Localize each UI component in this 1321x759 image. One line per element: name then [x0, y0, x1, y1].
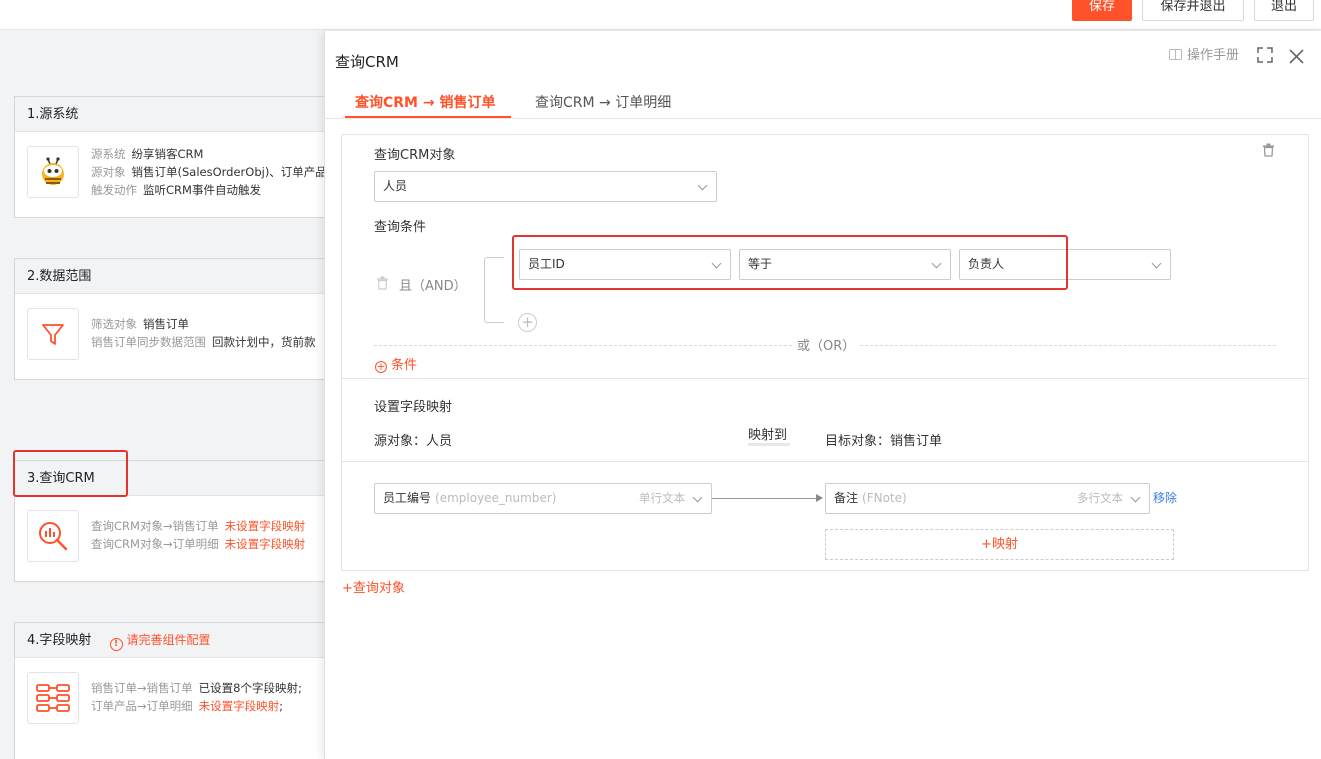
step-title: 2.数据范围	[15, 259, 324, 294]
trash-icon[interactable]	[1262, 143, 1275, 157]
info-row: 订单产品→订单明细 未设置字段映射;	[91, 699, 284, 713]
chevron-down-icon	[692, 492, 703, 503]
save-and-exit-button[interactable]: 保存并退出	[1142, 0, 1244, 21]
exit-button[interactable]: 退出	[1254, 0, 1314, 21]
step-title: 1.源系统	[15, 97, 324, 132]
info-row: 源系统 纷享销客CRM	[91, 147, 204, 161]
config-warning: ! 请完善组件配置	[109, 633, 211, 651]
query-object-panel: 查询CRM对象 人员 查询条件 且（AND） 员工ID 等于 负责人 + 或（O…	[341, 134, 1309, 571]
or-divider	[374, 345, 792, 346]
mapping-label: 设置字段映射	[374, 400, 453, 415]
query-object-label: 查询CRM对象	[374, 148, 456, 163]
chevron-down-icon	[1130, 492, 1141, 503]
crm-bee-icon	[27, 146, 79, 198]
search-chart-icon	[27, 510, 79, 562]
tab-indicator	[345, 116, 511, 118]
chevron-down-icon	[1151, 258, 1162, 269]
info-row: 源对象 销售订单(SalesOrderObj)、订单产品	[91, 165, 324, 179]
warning-icon: !	[109, 638, 123, 651]
drawer-title: 查询CRM	[335, 53, 399, 71]
section-divider	[342, 378, 1308, 379]
section-divider	[342, 461, 1308, 462]
info-row: 触发动作 监听CRM事件自动触发	[91, 183, 261, 197]
tab-sales-order[interactable]: 查询CRM → 销售订单	[355, 92, 495, 112]
trash-icon[interactable]	[376, 276, 389, 290]
info-row: 查询CRM对象→销售订单 未设置字段映射	[91, 519, 306, 533]
step-title-text: 4.字段映射	[27, 633, 92, 648]
add-mapping-button[interactable]: +映射	[825, 529, 1174, 560]
maps-to-label: 映射到	[748, 428, 788, 443]
step-card-field-mapping[interactable]: 4.字段映射 ! 请完善组件配置 销售订单→销售订单 已设置8个字段映射; 订单产品…	[14, 622, 324, 759]
close-icon[interactable]	[1289, 49, 1304, 64]
filter-icon	[27, 308, 79, 360]
highlight-box	[13, 450, 128, 497]
maps-to-arrow-icon	[748, 443, 790, 446]
drawer-tabs: 查询CRM → 销售订单 查询CRM → 订单明细	[325, 86, 1321, 119]
or-divider	[860, 345, 1276, 346]
query-object-select[interactable]: 人员	[374, 171, 717, 202]
fullscreen-icon[interactable]	[1257, 47, 1273, 63]
chevron-down-icon	[697, 180, 708, 191]
step-title: 4.字段映射 ! 请完善组件配置	[15, 623, 324, 658]
info-row: 筛选对象 销售订单	[91, 317, 189, 331]
arrow-right-icon	[816, 494, 823, 502]
add-condition-button[interactable]: + 条件	[375, 354, 417, 373]
remove-mapping-link[interactable]: 移除	[1153, 489, 1177, 506]
plus-circle-icon: +	[375, 360, 387, 373]
or-label: 或（OR）	[797, 339, 856, 354]
manual-link[interactable]: 操作手册	[1169, 44, 1239, 63]
steps-panel: 1.源系统 源系统 纷享销客CRM 源对象 销售订单(SalesOrderObj)、…	[0, 31, 324, 759]
add-query-object-button[interactable]: +查询对象	[342, 577, 405, 596]
condition-label: 查询条件	[374, 220, 427, 235]
tab-order-detail[interactable]: 查询CRM → 订单明细	[535, 92, 671, 112]
source-field-select[interactable]: 员工编号 (employee_number) 单行文本	[374, 483, 712, 514]
info-row: 查询CRM对象→订单明细 未设置字段映射	[91, 537, 306, 551]
mapping-icon	[27, 672, 79, 724]
target-object-label: 目标对象：销售订单	[825, 434, 943, 449]
top-toolbar: 保存 保存并退出 退出	[0, 0, 1321, 30]
mapping-arrow-line	[712, 498, 819, 499]
query-crm-drawer: 查询CRM 操作手册 查询CRM → 销售订单 查询CRM → 订单明细 查询C…	[324, 31, 1321, 759]
and-label: 且（AND）	[399, 279, 467, 294]
step-card-data-range[interactable]: 2.数据范围 筛选对象 销售订单 销售订单同步数据范围 回款计划中，货前款	[14, 258, 324, 380]
source-object-label: 源对象：人员	[374, 434, 453, 449]
add-subcondition-icon[interactable]: +	[518, 313, 537, 332]
highlight-box	[512, 235, 1068, 290]
book-icon	[1169, 49, 1182, 60]
and-bracket	[484, 257, 504, 323]
save-button[interactable]: 保存	[1072, 0, 1132, 21]
info-row: 销售订单同步数据范围 回款计划中，货前款	[91, 335, 316, 349]
target-field-select[interactable]: 备注 (FNote) 多行文本	[825, 483, 1150, 514]
info-row: 销售订单→销售订单 已设置8个字段映射;	[91, 681, 302, 695]
step-card-source-system[interactable]: 1.源系统 源系统 纷享销客CRM 源对象 销售订单(SalesOrderObj)、…	[14, 96, 324, 218]
